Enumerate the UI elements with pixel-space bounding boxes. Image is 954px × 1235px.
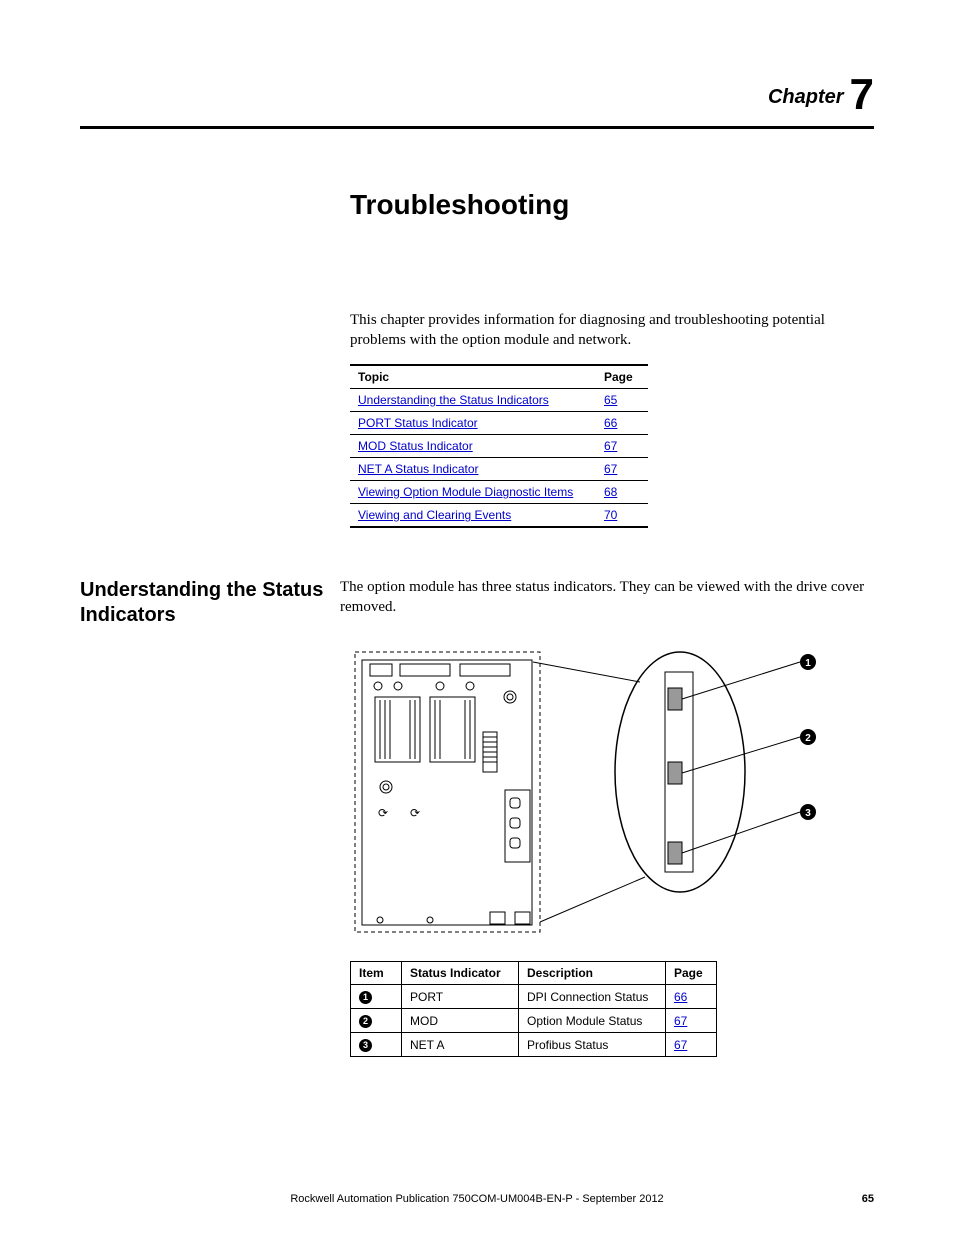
item-badge: 3 (359, 1039, 372, 1052)
section-heading: Understanding the Status Indicators (80, 578, 340, 628)
topic-header: Topic (350, 365, 596, 389)
module-diagram-svg: ⟳ ⟳ 1 2 3 (350, 642, 820, 942)
publication-line: Rockwell Automation Publication 750COM-U… (290, 1193, 663, 1205)
callout-1: 1 (805, 658, 811, 669)
stat-cell: MOD (402, 1009, 519, 1033)
desc-cell: Option Module Status (519, 1009, 666, 1033)
chapter-number: 7 (850, 70, 874, 119)
page-number: 65 (862, 1193, 874, 1205)
stat-cell: PORT (402, 985, 519, 1009)
table-row: Viewing and Clearing Events 70 (350, 504, 648, 528)
stat-cell: NET A (402, 1033, 519, 1057)
table-row: Viewing Option Module Diagnostic Items 6… (350, 481, 648, 504)
table-row: MOD Status Indicator 67 (350, 435, 648, 458)
header-rule (80, 126, 874, 129)
page-header: Page (666, 962, 717, 985)
svg-text:⟳: ⟳ (410, 806, 420, 820)
svg-text:⟳: ⟳ (378, 806, 388, 820)
topic-link[interactable]: MOD Status Indicator (358, 439, 473, 453)
page-footer: Rockwell Automation Publication 750COM-U… (0, 1193, 954, 1205)
page-link[interactable]: 70 (604, 508, 617, 522)
page-header: Page (596, 365, 648, 389)
chapter-header: Chapter 7 (80, 70, 874, 120)
page-link[interactable]: 67 (674, 1014, 687, 1028)
indicator-table: Item Status Indicator Description Page 1… (350, 961, 717, 1057)
page-link[interactable]: 67 (604, 462, 617, 476)
desc-cell: Profibus Status (519, 1033, 666, 1057)
topic-link[interactable]: Viewing and Clearing Events (358, 508, 511, 522)
table-row: 1 PORT DPI Connection Status 66 (351, 985, 717, 1009)
page-link[interactable]: 67 (674, 1038, 687, 1052)
page-title: Troubleshooting (350, 189, 874, 221)
table-row: Understanding the Status Indicators 65 (350, 389, 648, 412)
page-link[interactable]: 66 (604, 416, 617, 430)
page-link[interactable]: 67 (604, 439, 617, 453)
page-link[interactable]: 65 (604, 393, 617, 407)
item-badge: 2 (359, 1015, 372, 1028)
table-row: PORT Status Indicator 66 (350, 412, 648, 435)
intro-paragraph: This chapter provides information for di… (350, 311, 874, 350)
section-body: The option module has three status indic… (340, 578, 874, 628)
item-badge: 1 (359, 991, 372, 1004)
topic-link[interactable]: Understanding the Status Indicators (358, 393, 549, 407)
item-header: Item (351, 962, 402, 985)
page-link[interactable]: 66 (674, 990, 687, 1004)
table-row: NET A Status Indicator 67 (350, 458, 648, 481)
topic-link[interactable]: NET A Status Indicator (358, 462, 479, 476)
table-row: 2 MOD Option Module Status 67 (351, 1009, 717, 1033)
callout-2: 2 (805, 733, 811, 744)
page-link[interactable]: 68 (604, 485, 617, 499)
topic-link[interactable]: Viewing Option Module Diagnostic Items (358, 485, 573, 499)
stat-header: Status Indicator (402, 962, 519, 985)
desc-cell: DPI Connection Status (519, 985, 666, 1009)
chapter-label: Chapter (768, 86, 844, 108)
topic-table: Topic Page Understanding the Status Indi… (350, 364, 648, 528)
desc-header: Description (519, 962, 666, 985)
callout-3: 3 (805, 808, 811, 819)
module-figure: ⟳ ⟳ 1 2 3 (350, 642, 874, 947)
table-row: 3 NET A Profibus Status 67 (351, 1033, 717, 1057)
topic-link[interactable]: PORT Status Indicator (358, 416, 478, 430)
